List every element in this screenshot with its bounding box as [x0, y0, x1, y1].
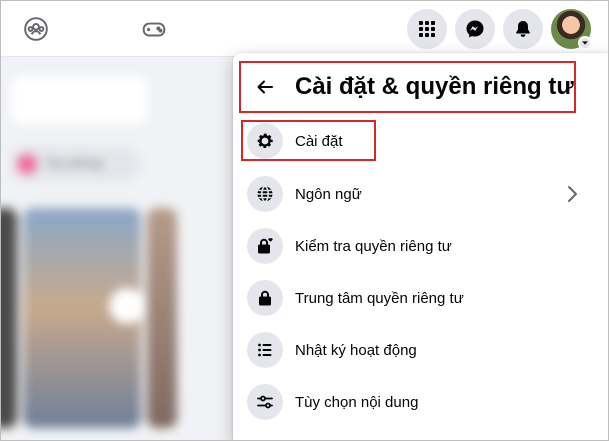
list-icon — [247, 332, 283, 368]
gaming-icon[interactable] — [137, 12, 171, 46]
blurred-story-3 — [147, 208, 177, 428]
blurred-composer — [11, 76, 147, 124]
settings-privacy-menu: Cài đặt & quyền riêng tư Cài đặt Ngôn ng… — [233, 53, 608, 440]
lock-heart-icon — [247, 228, 283, 264]
chevron-right-icon — [568, 186, 577, 202]
menu-title: Cài đặt & quyền riêng tư — [295, 73, 574, 100]
window-frame: Tạo phòng Cài đặt & quyền riêng tư Cài đ… — [0, 0, 609, 441]
blurred-next-arrow — [109, 288, 145, 324]
blurred-create-room: Tạo phòng — [11, 146, 141, 182]
menu-header: Cài đặt & quyền riêng tư — [239, 61, 576, 113]
blurred-story-1 — [1, 208, 17, 428]
menu-item-privacy-checkup[interactable]: Kiểm tra quyền riêng tư — [243, 223, 573, 269]
gear-icon — [247, 123, 283, 159]
menu-item-label: Cài đặt — [295, 132, 343, 150]
sliders-icon — [247, 384, 283, 420]
menu-item-content-preferences[interactable]: Tùy chọn nội dung — [243, 379, 573, 425]
notifications-bell-icon[interactable] — [503, 9, 543, 49]
menu-item-label: Kiểm tra quyền riêng tư — [295, 237, 452, 255]
menu-item-label: Nhật ký hoạt động — [295, 341, 417, 359]
menu-item-privacy-center[interactable]: Trung tâm quyền riêng tư — [243, 275, 573, 321]
blurred-create-room-label: Tạo phòng — [45, 156, 103, 170]
menu-item-label: Ngôn ngữ — [295, 185, 362, 203]
messenger-icon[interactable] — [455, 9, 495, 49]
menu-item-activity-log[interactable]: Nhật ký hoạt động — [243, 327, 573, 373]
chevron-down-icon[interactable] — [578, 36, 592, 50]
top-navigation-bar — [1, 1, 608, 57]
globe-icon — [247, 176, 283, 212]
groups-icon[interactable] — [19, 12, 53, 46]
menu-item-language[interactable]: Ngôn ngữ — [243, 171, 577, 217]
menu-item-settings[interactable]: Cài đặt — [243, 118, 573, 164]
menu-grid-icon[interactable] — [407, 9, 447, 49]
menu-item-label: Trung tâm quyền riêng tư — [295, 289, 464, 307]
lock-icon — [247, 280, 283, 316]
arrow-left-icon[interactable] — [245, 67, 285, 107]
menu-item-label: Tùy chọn nội dung — [295, 393, 419, 411]
